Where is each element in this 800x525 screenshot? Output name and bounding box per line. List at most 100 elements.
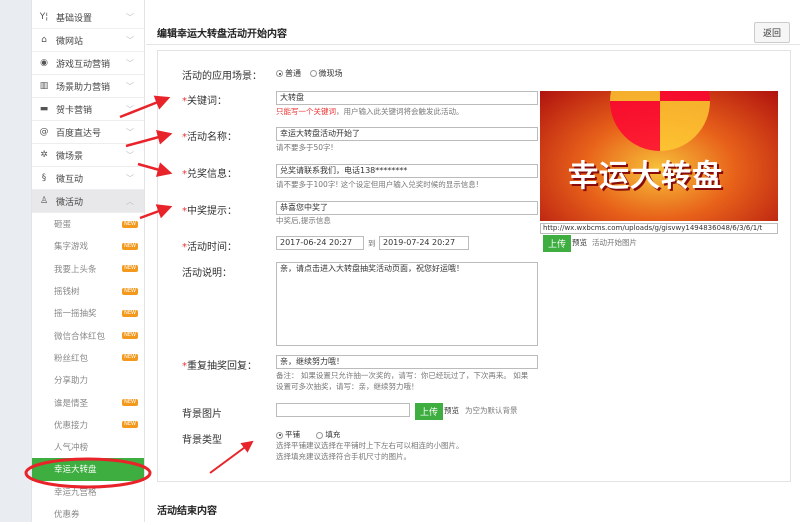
- image-caption: 活动开始图片: [592, 238, 637, 247]
- desc-textarea[interactable]: 亲，请点击进入大转盘抽奖活动页面，祝您好运哦！: [276, 262, 538, 346]
- subitem-label: 摇钱树: [54, 287, 80, 298]
- subitem-label: 优惠接力: [54, 420, 89, 431]
- subitem-label: 谁是情圣: [54, 398, 89, 409]
- end-section-title: 活动结束内容: [157, 506, 217, 517]
- subitem-label: 粉丝红包: [54, 353, 89, 364]
- prize-wheel: [610, 91, 710, 151]
- menu-icon: §: [41, 173, 47, 183]
- new-badge: NEW: [122, 354, 138, 362]
- bgimg-input[interactable]: [276, 403, 410, 417]
- keyword-hint: 只能写一个关键词，用户输入此关键词将会触发此活动。: [276, 107, 464, 116]
- form-panel: 活动的应用场景： 普通 微现场 *关键词： 大转盘 只能写一个关键词，用户输入此…: [157, 50, 791, 482]
- menu-icon: @: [39, 127, 49, 137]
- new-badge: NEW: [122, 332, 138, 340]
- menu-label: 游戏互动营销: [56, 59, 111, 70]
- keyword-input[interactable]: 大转盘: [276, 91, 538, 105]
- bgimg-hint: 为空为默认背景: [465, 406, 518, 415]
- chevron-icon: ﹀: [126, 150, 134, 160]
- image-preview-link[interactable]: 预览: [572, 237, 587, 248]
- sidebar-subitem[interactable]: 粉丝红包 NEW: [32, 347, 144, 369]
- sidebar-menu-item[interactable]: § 微互动 ﹀: [32, 167, 144, 190]
- name-input[interactable]: 幸运大转盘活动开始了: [276, 127, 538, 141]
- sidebar-subitem[interactable]: 幸运九宫格: [32, 481, 144, 503]
- chevron-icon: ﹀: [126, 35, 134, 45]
- sidebar-subitem[interactable]: 摇一摇抽奖 NEW: [32, 302, 144, 324]
- sidebar-menu-item[interactable]: ◉ 游戏互动营销 ﹀: [32, 52, 144, 75]
- menu-icon: ▥: [39, 81, 49, 91]
- page-gutter: [0, 0, 31, 522]
- subitem-label: 优惠券: [54, 510, 80, 520]
- sidebar-subitem[interactable]: 我要上头条 NEW: [32, 258, 144, 280]
- bgimg-preview-link[interactable]: 预览: [444, 405, 459, 416]
- page-title: 编辑幸运大转盘活动开始内容: [157, 29, 287, 40]
- new-badge: NEW: [122, 287, 138, 295]
- bgtype-tile-radio[interactable]: [276, 431, 283, 439]
- subitem-label: 人气冲榜: [54, 443, 89, 454]
- bgtype-label: 背景类型: [182, 435, 222, 446]
- time-label: *活动时间：: [182, 242, 237, 253]
- sidebar-subitem[interactable]: 幸运大转盘: [32, 458, 144, 481]
- menu-label: 贺卡营销: [56, 105, 93, 116]
- menu-icon: ✲: [40, 150, 48, 160]
- bgtype-hint-1: 选择平铺建议选择在平铺时上下左右可以相连的小图片。: [276, 441, 464, 450]
- menu-label: 微场景: [56, 151, 84, 162]
- sidebar-subitem[interactable]: 集字游戏 NEW: [32, 235, 144, 257]
- repeat-hint-2: 设置可多次抽奖，请写：亲，继续努力哦！: [276, 382, 419, 391]
- main-content: 编辑幸运大转盘活动开始内容 返回 活动的应用场景： 普通 微现场 *关键词： 大…: [146, 0, 800, 522]
- redeem-label: *兑奖信息：: [182, 169, 237, 180]
- banner-text: 幸运大转盘: [568, 159, 723, 194]
- new-badge: NEW: [122, 242, 138, 250]
- menu-icon: ◉: [40, 58, 48, 68]
- chevron-icon: ﹀: [126, 81, 134, 91]
- new-badge: NEW: [122, 220, 138, 228]
- sidebar-subitem[interactable]: 谁是情圣 NEW: [32, 391, 144, 413]
- sidebar-menu-item[interactable]: ⌂ 微网站 ﹀: [32, 29, 144, 52]
- sidebar-subitem[interactable]: 优惠接力 NEW: [32, 414, 144, 436]
- bgtype-fill-radio[interactable]: [316, 431, 324, 439]
- menu-label: 百度直达号: [56, 128, 102, 139]
- redeem-input[interactable]: 兑奖请联系我们，电话138********: [276, 164, 538, 178]
- subitem-label: 我要上头条: [54, 264, 97, 275]
- menu-icon: ▬: [39, 104, 49, 114]
- sidebar-menu-item[interactable]: Y¦ 基础设置 ﹀: [32, 6, 144, 29]
- sidebar-menu-item[interactable]: ♙ 微活动 ︿: [32, 190, 144, 213]
- win-input[interactable]: 恭喜您中奖了: [276, 201, 538, 215]
- new-badge: NEW: [122, 265, 138, 273]
- repeat-label: *重复抽奖回复：: [182, 361, 257, 372]
- sidebar-subitem[interactable]: 摇钱树 NEW: [32, 280, 144, 302]
- scene-normal-radio[interactable]: [276, 70, 283, 77]
- subitem-label: 幸运九宫格: [54, 487, 97, 498]
- bgimg-upload-button[interactable]: 上传: [415, 403, 444, 420]
- menu-icon: Y¦: [39, 12, 49, 22]
- back-button[interactable]: 返回: [753, 22, 790, 43]
- new-badge: NEW: [122, 309, 138, 317]
- scene-live-radio[interactable]: [309, 70, 317, 77]
- image-upload-button[interactable]: 上传: [543, 235, 572, 252]
- sidebar-menu-item[interactable]: ▥ 场景助力营销 ﹀: [32, 75, 144, 98]
- sidebar-menu-item[interactable]: @ 百度直达号 ﹀: [32, 121, 144, 144]
- end-time-input[interactable]: 2019-07-24 20:27: [379, 236, 469, 250]
- sidebar-subitem[interactable]: 砸蛋 NEW: [32, 213, 144, 235]
- scene-label: 活动的应用场景：: [182, 71, 262, 82]
- repeat-hint-1: 备注： 如果设置只允许抽一次奖的，请写：你已经玩过了，下次再来。 如果: [276, 371, 529, 380]
- menu-icon: ⌂: [41, 35, 47, 45]
- sidebar-subitem[interactable]: 人气冲榜: [32, 436, 144, 458]
- subitem-label: 砸蛋: [54, 220, 72, 231]
- subitem-label: 幸运大转盘: [54, 465, 97, 476]
- chevron-icon: ﹀: [126, 58, 134, 68]
- start-time-input[interactable]: 2017-06-24 20:27: [276, 236, 364, 250]
- menu-label: 微网站: [56, 36, 84, 47]
- sidebar-subitem[interactable]: 分享助力: [32, 369, 144, 391]
- chevron-icon: ﹀: [126, 127, 134, 137]
- subitem-label: 分享助力: [54, 376, 89, 387]
- bgimg-label: 背景图片: [182, 409, 222, 420]
- sidebar-menu-item[interactable]: ▬ 贺卡营销 ﹀: [32, 98, 144, 121]
- image-url-input[interactable]: http://wx.wxbcms.com/uploads/g/gisvwy149…: [540, 223, 778, 234]
- repeat-input[interactable]: 亲，继续努力哦！: [276, 355, 538, 369]
- sidebar-subitem[interactable]: 微信合体红包 NEW: [32, 324, 144, 346]
- menu-label: 基础设置: [56, 13, 93, 24]
- desc-label: 活动说明：: [182, 268, 232, 279]
- menu-label: 微互动: [56, 174, 84, 185]
- sidebar-menu-item[interactable]: ✲ 微场景 ﹀: [32, 144, 144, 167]
- divider: [146, 44, 800, 45]
